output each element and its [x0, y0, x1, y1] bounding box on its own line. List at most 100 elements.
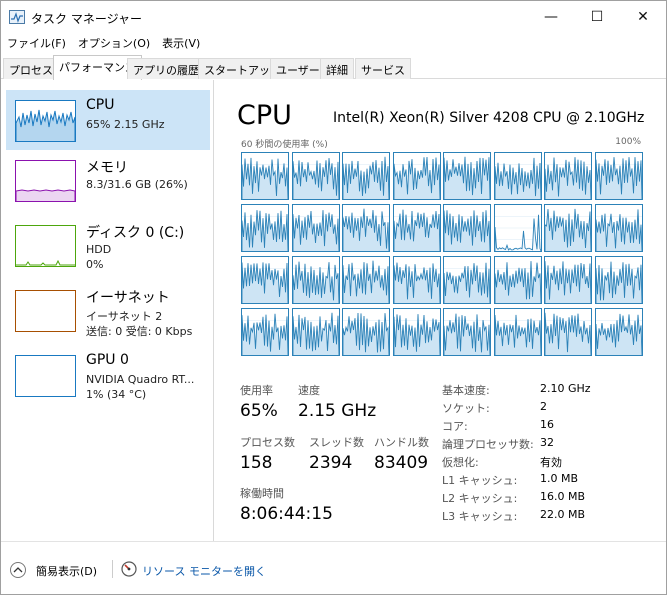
- threads-label: スレッド数: [309, 436, 364, 449]
- sidebar-item-detail-2: 送信: 0 受信: 0 Kbps: [86, 325, 193, 338]
- cpu-model-name: Intel(R) Xeon(R) Silver 4208 CPU @ 2.10G…: [333, 110, 645, 126]
- cpu-performance-panel: CPU Intel(R) Xeon(R) Silver 4208 CPU @ 2…: [215, 80, 666, 541]
- fewer-details-button[interactable]: 簡易表示(D): [36, 563, 97, 579]
- page-title: CPU: [237, 100, 292, 131]
- logical-processor-graph: [241, 308, 289, 356]
- logical-processor-graph: [291, 308, 340, 356]
- sidebar-item-memory[interactable]: メモリ 8.3/31.6 GB (26%): [6, 150, 210, 210]
- sidebar-item-detail: 65% 2.15 GHz: [86, 118, 165, 131]
- processor-activity-trace: [393, 262, 440, 304]
- sidebar-item-name: イーサネット: [86, 290, 170, 306]
- sidebar-item-name: CPU: [86, 97, 115, 113]
- task-manager-app-icon: [9, 10, 25, 24]
- processor-activity-trace: [494, 314, 541, 356]
- logical-processor-graph: [291, 256, 340, 304]
- cpu-thumbnail-graph: [15, 100, 76, 142]
- processor-activity-trace: [292, 210, 339, 252]
- graph-max-label: 100%: [615, 137, 641, 147]
- processor-activity-trace: [342, 260, 390, 304]
- sidebar-item-name: メモリ: [86, 160, 128, 176]
- sidebar-item-detail: NVIDIA Quadro RT...: [86, 373, 195, 386]
- logical-processor-graph: [594, 308, 643, 356]
- threads-value: 2394: [309, 453, 353, 473]
- processor-activity-trace: [443, 210, 491, 252]
- utilization-value: 65%: [240, 401, 278, 421]
- processor-activity-trace: [443, 262, 491, 304]
- logical-processor-graph-grid[interactable]: [241, 152, 643, 356]
- sidebar-item-name: ディスク 0 (C:): [86, 225, 185, 241]
- resource-monitor-icon[interactable]: [121, 561, 137, 577]
- sidebar-item-detail: イーサネット 2: [86, 310, 163, 323]
- spec-logical-processors-label: 論理プロセッサ数:: [442, 438, 534, 451]
- processor-activity-trace: [241, 157, 289, 200]
- menu-view[interactable]: 表示(V): [156, 33, 206, 53]
- processor-activity-trace: [494, 157, 541, 200]
- processor-activity-trace: [595, 157, 642, 200]
- speed-value: 2.15 GHz: [298, 401, 377, 421]
- tab-processes[interactable]: プロセス: [3, 58, 59, 79]
- open-resource-monitor-link[interactable]: リソース モニターを開く: [142, 563, 266, 579]
- tab-app-history[interactable]: アプリの履歴: [127, 58, 205, 79]
- logical-processor-graph: [392, 204, 441, 252]
- memory-thumbnail-graph: [15, 160, 76, 202]
- logical-processor-graph: [342, 256, 390, 304]
- processor-activity-trace: [443, 313, 491, 356]
- bottom-separator: [112, 560, 113, 578]
- logical-processor-graph: [493, 152, 542, 200]
- speed-label: 速度: [298, 384, 320, 397]
- logical-processor-graph: [291, 152, 340, 200]
- logical-processor-graph: [392, 152, 441, 200]
- processor-activity-trace: [292, 261, 339, 304]
- minimize-button[interactable]: —: [528, 1, 574, 33]
- disk-thumbnail-graph: [15, 225, 76, 267]
- logical-processor-graph: [342, 204, 390, 252]
- tab-details[interactable]: 詳細: [320, 58, 354, 79]
- logical-processor-graph: [594, 256, 643, 304]
- graph-axis-label: 60 秒間の使用率 (%): [241, 140, 328, 150]
- logical-processor-graph: [594, 152, 643, 200]
- processor-activity-trace: [544, 208, 592, 252]
- processor-activity-trace: [443, 156, 491, 200]
- sidebar-item-cpu[interactable]: CPU 65% 2.15 GHz: [6, 90, 210, 150]
- processor-activity-trace: [292, 312, 339, 356]
- processor-activity-trace: [595, 261, 642, 304]
- spec-l3-cache-value: 22.0 MB: [540, 508, 586, 521]
- memory-thumbnail-svg: [16, 189, 75, 201]
- spec-l2-cache-label: L2 キャッシュ:: [442, 492, 518, 505]
- logical-processor-graph: [493, 204, 542, 252]
- uptime-value: 8:06:44:15: [240, 504, 333, 524]
- sidebar-item-gpu[interactable]: GPU 0 NVIDIA Quadro RT... 1% (34 °C): [6, 345, 210, 405]
- handles-value: 83409: [374, 453, 429, 473]
- menu-options[interactable]: オプション(O): [72, 33, 156, 53]
- sidebar-item-disk[interactable]: ディスク 0 (C:) HDD 0%: [6, 215, 210, 275]
- logical-processor-graph: [544, 204, 592, 252]
- tab-users[interactable]: ユーザー: [270, 58, 326, 79]
- performance-sidebar: CPU 65% 2.15 GHz メモリ 8.3/31.6 GB (26%) デ…: [1, 80, 214, 541]
- logical-processor-graph: [594, 204, 643, 252]
- spec-sockets-value: 2: [540, 400, 547, 413]
- processor-activity-trace: [241, 313, 289, 356]
- logical-processor-graph: [443, 256, 491, 304]
- tab-strip: プロセス パフォーマンス アプリの履歴 スタートアップ ユーザー 詳細 サービス: [1, 55, 666, 80]
- logical-processor-graph: [241, 256, 289, 304]
- cpu-thumbnail-svg: [16, 109, 75, 141]
- sidebar-item-name: GPU 0: [86, 352, 129, 368]
- ethernet-thumbnail-graph: [15, 290, 76, 332]
- processor-activity-trace: [595, 313, 642, 356]
- sidebar-item-ethernet[interactable]: イーサネット イーサネット 2 送信: 0 受信: 0 Kbps: [6, 280, 210, 340]
- processor-activity-trace: [241, 210, 289, 252]
- processor-activity-trace: [494, 261, 541, 304]
- tab-services[interactable]: サービス: [355, 58, 411, 79]
- menu-file[interactable]: ファイル(F): [1, 33, 72, 53]
- spec-l1-cache-value: 1.0 MB: [540, 472, 579, 485]
- chevron-up-icon[interactable]: [10, 562, 26, 578]
- title-bar[interactable]: タスク マネージャー — ☐ ✕: [1, 1, 666, 33]
- spec-cores-value: 16: [540, 418, 554, 431]
- spec-l3-cache-label: L3 キャッシュ:: [442, 510, 518, 523]
- close-button[interactable]: ✕: [620, 1, 666, 33]
- maximize-button[interactable]: ☐: [574, 1, 620, 33]
- sidebar-item-detail-2: 0%: [86, 258, 104, 271]
- spec-cores-label: コア:: [442, 420, 468, 433]
- gpu-thumbnail-graph: [15, 355, 76, 397]
- sidebar-item-detail: 8.3/31.6 GB (26%): [86, 178, 188, 191]
